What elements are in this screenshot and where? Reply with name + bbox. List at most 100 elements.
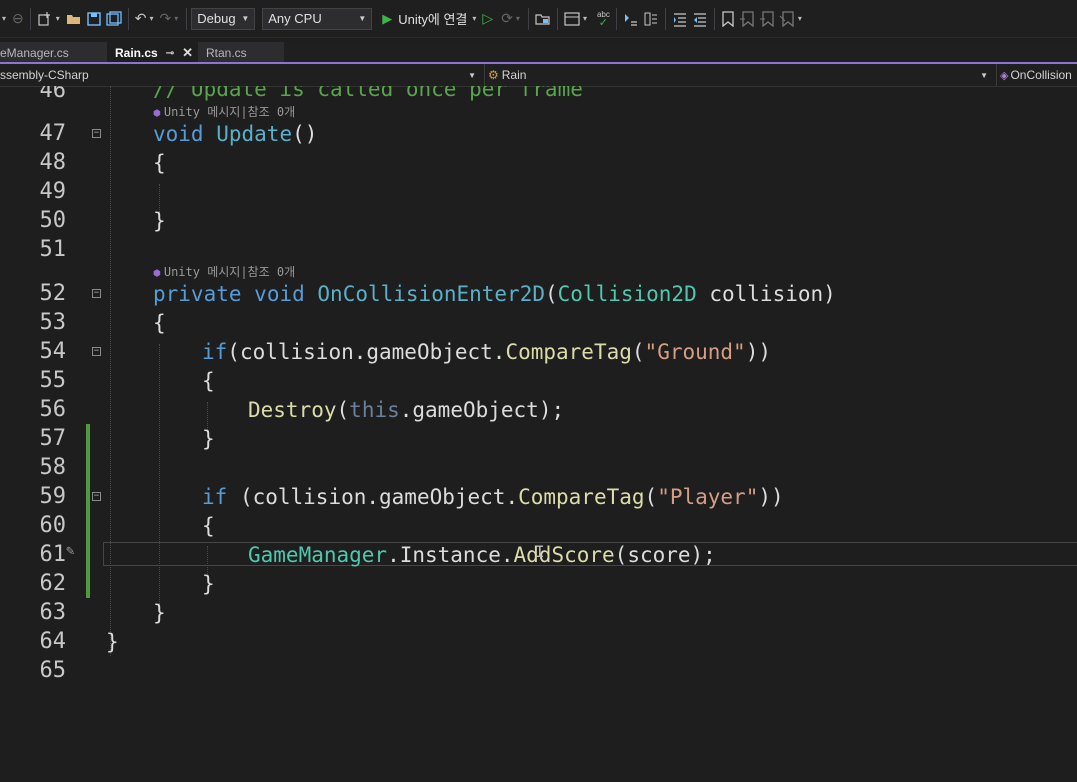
tab-label: Rain.cs: [115, 46, 158, 60]
code-line[interactable]: void Update(): [153, 121, 317, 147]
redo-dropdown-icon[interactable]: ▾: [174, 14, 178, 23]
pin-icon[interactable]: ⊸: [166, 48, 174, 59]
layout-icon[interactable]: [564, 8, 580, 30]
save-all-icon[interactable]: [106, 8, 122, 30]
method-icon: ◈: [1000, 69, 1009, 82]
new-item-dropdown-icon[interactable]: ▾: [56, 14, 60, 23]
attach-icon[interactable]: ⟳: [501, 8, 513, 30]
back-dropdown-icon[interactable]: ▾: [2, 14, 6, 23]
toolbar-separator: [664, 7, 666, 30]
code-line[interactable]: }: [106, 629, 119, 655]
play-outline-icon[interactable]: ▷: [482, 8, 493, 30]
class-icon: ⚙: [488, 68, 499, 82]
prev-bookmark-icon[interactable]: [739, 8, 755, 30]
collapse-icon[interactable]: −: [92, 347, 101, 356]
code-line[interactable]: private void OnCollisionEnter2D(Collisio…: [153, 281, 836, 307]
solution-platform-select[interactable]: Any CPU ▼: [262, 7, 373, 30]
new-item-icon[interactable]: [37, 8, 53, 30]
line-number: 52: [39, 281, 67, 306]
outdent-icon[interactable]: [692, 8, 708, 30]
code-editor[interactable]: 46 47 48 49 50 51 52 53 54 55 56 57 58 5…: [0, 86, 1077, 782]
undo-icon[interactable]: ↶: [135, 8, 147, 30]
line-number: 49: [39, 179, 67, 204]
comment-icon[interactable]: [623, 8, 639, 30]
solution-configuration-select[interactable]: Debug ▼: [191, 7, 256, 30]
toolbar-separator: [615, 7, 617, 30]
chevron-down-icon: ▼: [241, 14, 250, 23]
code-line[interactable]: {: [202, 368, 215, 394]
spellcheck-icon[interactable]: abc ✓: [597, 8, 610, 30]
type-dropdown[interactable]: ⚙ Rain ▼: [484, 64, 994, 86]
line-number: 59: [39, 484, 67, 509]
line-number: 57: [39, 426, 67, 451]
open-folder-icon[interactable]: [66, 8, 82, 30]
attach-dropdown-icon[interactable]: ▾: [516, 14, 520, 23]
unity-message-icon: ⬢: [153, 269, 161, 279]
project-name: ssembly-CSharp: [0, 68, 89, 82]
quick-actions-brush-icon[interactable]: ✎: [66, 543, 74, 559]
type-name: Rain: [501, 68, 527, 82]
chevron-down-icon: ▼: [980, 70, 988, 80]
next-bookmark-icon[interactable]: [759, 8, 775, 30]
line-number: 46: [39, 86, 67, 103]
code-line[interactable]: {: [153, 150, 166, 176]
indent-guide: [110, 86, 111, 656]
chevron-down-icon: ▼: [468, 70, 476, 80]
codelens-text: Unity 메시지|참조 0개: [163, 265, 296, 279]
start-debugging-button[interactable]: Unity에 연결: [398, 9, 467, 28]
layout-dropdown-icon[interactable]: ▾: [583, 14, 587, 23]
change-indicator: [86, 424, 90, 598]
line-number: 47: [39, 121, 67, 146]
solution-platform-value: Any CPU: [268, 11, 322, 26]
close-icon[interactable]: ✕: [182, 45, 193, 61]
member-dropdown[interactable]: ◈ OnCollision: [996, 64, 1077, 86]
code-line[interactable]: }: [202, 571, 215, 597]
collapse-icon[interactable]: −: [92, 129, 101, 138]
chevron-down-icon: ▼: [358, 14, 367, 23]
toolbar-separator: [186, 7, 188, 30]
code-line[interactable]: if (collision.gameObject.CompareTag("Pla…: [202, 484, 784, 510]
tab-label: Rtan.cs: [206, 46, 247, 60]
code-line[interactable]: }: [153, 600, 166, 626]
code-line[interactable]: Destroy(this.gameObject);: [248, 397, 564, 423]
toolbar-separator: [713, 7, 715, 30]
codelens-update[interactable]: ⬢ Unity 메시지|참조 0개: [153, 105, 295, 121]
redo-icon[interactable]: ↷: [160, 8, 172, 30]
line-number: 58: [39, 455, 67, 480]
undo-dropdown-icon[interactable]: ▾: [150, 14, 154, 23]
start-dropdown-icon[interactable]: ▾: [472, 14, 476, 23]
code-line[interactable]: }: [202, 426, 215, 452]
line-number: 50: [39, 208, 67, 233]
code-line[interactable]: if(collision.gameObject.CompareTag("Grou…: [202, 339, 771, 365]
tab-gamemanager[interactable]: eManager.cs: [0, 42, 107, 64]
tab-rtan[interactable]: Rtan.cs: [198, 42, 284, 64]
clear-bookmark-icon[interactable]: [779, 8, 795, 30]
code-line[interactable]: GameManager.Instance.AddScore(score);: [248, 542, 716, 568]
line-number: 65: [39, 658, 67, 683]
codelens-text: Unity 메시지|참조 0개: [163, 105, 296, 119]
uncomment-icon[interactable]: [643, 8, 659, 30]
collapse-icon[interactable]: −: [92, 492, 101, 501]
toolbar-separator: [29, 7, 31, 30]
line-number: 55: [39, 368, 67, 393]
codelens-oncollision[interactable]: ⬢ Unity 메시지|참조 0개: [153, 265, 295, 281]
forward-icon[interactable]: ⊖: [12, 8, 24, 30]
code-line[interactable]: {: [153, 310, 166, 336]
save-icon[interactable]: [86, 8, 102, 30]
solution-configuration-value: Debug: [197, 11, 236, 26]
bookmark-dropdown-icon[interactable]: ▾: [798, 14, 802, 23]
line-number: 64: [39, 629, 67, 654]
code-line[interactable]: }: [153, 208, 166, 234]
bookmark-icon[interactable]: [721, 8, 735, 30]
code-line[interactable]: // Update is called once per frame: [153, 86, 583, 102]
code-line[interactable]: {: [202, 513, 215, 539]
line-number: 56: [39, 397, 67, 422]
collapse-icon[interactable]: −: [92, 289, 101, 298]
tab-rain[interactable]: Rain.cs ⊸ ✕: [107, 42, 197, 64]
folder-icon[interactable]: [535, 8, 551, 30]
play-icon[interactable]: ▶: [382, 11, 392, 27]
project-dropdown[interactable]: ssembly-CSharp ▼: [0, 64, 482, 86]
line-number: 62: [39, 571, 67, 596]
tab-label: eManager.cs: [0, 46, 69, 60]
indent-icon[interactable]: [672, 8, 688, 30]
